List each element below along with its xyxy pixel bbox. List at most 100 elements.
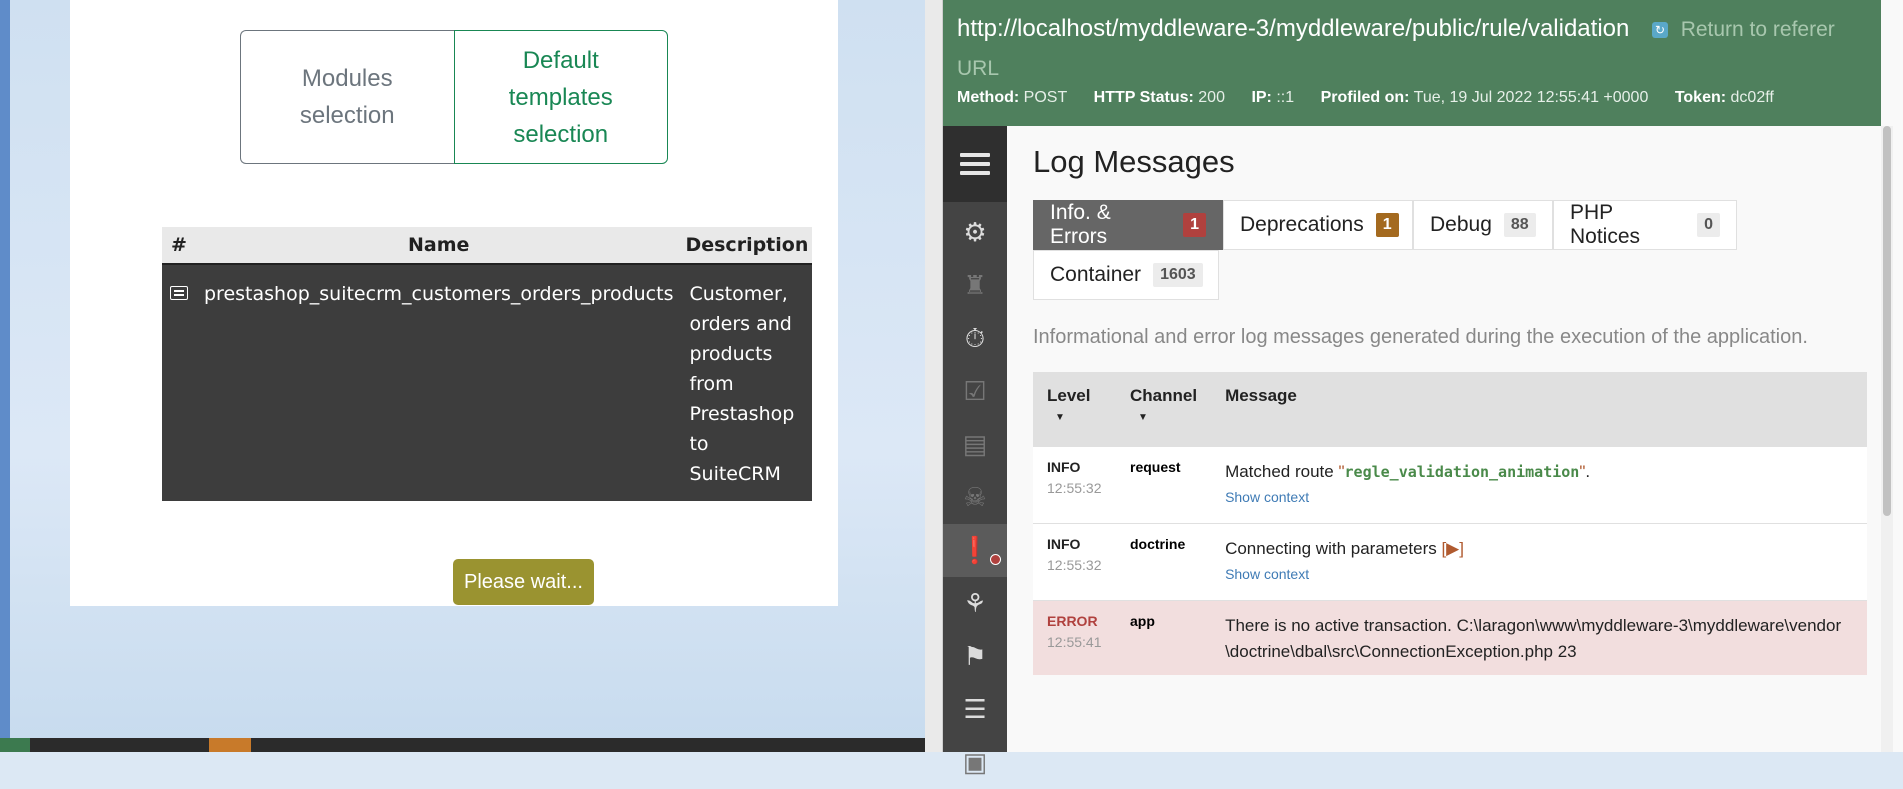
- tab-count: 0: [1697, 213, 1720, 237]
- scrollbar-thumb[interactable]: [1883, 126, 1891, 516]
- config-icon[interactable]: ⚙: [943, 206, 1007, 259]
- log-level: INFO: [1047, 536, 1081, 552]
- template-name: prestashop_suitecrm_customers_orders_pro…: [196, 264, 682, 501]
- meta-label: Token:: [1674, 89, 1727, 106]
- tab-container[interactable]: Container 1603: [1033, 250, 1219, 300]
- list-icon: [170, 286, 188, 300]
- cache-icon[interactable]: ▣: [943, 736, 1007, 789]
- meta-method: POST: [1023, 89, 1068, 106]
- log-time: 12:55:32: [1047, 480, 1102, 496]
- meta-label: Profiled on:: [1320, 89, 1410, 106]
- show-context-link[interactable]: Show context: [1225, 489, 1309, 505]
- log-row: INFO 12:55:32 doctrine Connecting with pa…: [1033, 523, 1867, 601]
- validator-icon[interactable]: ☑: [943, 365, 1007, 418]
- log-message: Connecting with parameters [▶]: [1225, 536, 1853, 562]
- tab-count: 88: [1503, 213, 1536, 237]
- tab-label: Debug: [1430, 213, 1492, 236]
- log-table: Level ▼ Channel ▼ Message INFO 12:55:32 req…: [1033, 372, 1867, 675]
- menu-icon[interactable]: [943, 126, 1007, 202]
- tab-info-errors[interactable]: Info. & Errors 1: [1033, 200, 1223, 250]
- meta-label: IP:: [1251, 89, 1272, 106]
- col-number: #: [162, 227, 196, 265]
- forms-icon[interactable]: ▤: [943, 418, 1007, 471]
- ghost-icon[interactable]: ☠: [943, 471, 1007, 524]
- log-time: 12:55:41: [1047, 634, 1102, 650]
- profiler-window: http://localhost/myddleware-3/myddleware…: [925, 0, 1903, 777]
- col-label: Channel: [1130, 386, 1198, 405]
- meta-ip: ::1: [1276, 89, 1295, 106]
- tab-label: PHP Notices: [1570, 201, 1641, 248]
- tab-default-templates-selection[interactable]: Default templates selection: [453, 30, 668, 164]
- log-description: Informational and error log messages gen…: [1033, 326, 1808, 348]
- row-icon-cell: [162, 264, 196, 501]
- log-row: ERROR 12:55:41 app There is no active tra…: [1033, 600, 1867, 675]
- log-channel: app: [1130, 613, 1155, 629]
- wizard-tabs: Modules selection Default templates sele…: [240, 30, 668, 164]
- timer-icon[interactable]: ⏱: [943, 312, 1007, 365]
- sort-caret-icon[interactable]: ▼: [1130, 412, 1197, 423]
- events-icon[interactable]: ⚘: [943, 577, 1007, 630]
- page-title: Log Messages: [1033, 144, 1235, 179]
- message-text: .: [1585, 462, 1591, 481]
- tab-label: Info. & Errors: [1050, 201, 1111, 248]
- log-row: INFO 12:55:32 request Matched route "regl…: [1033, 446, 1867, 524]
- meta-label: Method:: [957, 89, 1020, 106]
- meta-token[interactable]: dc02ff: [1731, 89, 1774, 106]
- tab-label: Deprecations: [1240, 213, 1364, 236]
- router-icon[interactable]: ⚑: [943, 630, 1007, 683]
- table-row[interactable]: prestashop_suitecrm_customers_orders_pro…: [162, 264, 813, 501]
- expand-parameters-toggle[interactable]: [▶]: [1441, 539, 1464, 558]
- wizard-window: Modules selection Default templates sele…: [0, 0, 925, 752]
- layers-icon[interactable]: ☰: [943, 683, 1007, 736]
- logs-icon[interactable]: ❗: [943, 524, 1007, 577]
- route-name: regle_validation_animation: [1344, 463, 1580, 481]
- tab-label: Modules selection: [299, 65, 395, 129]
- log-channel: request: [1130, 459, 1181, 475]
- error-dot: [990, 554, 1001, 565]
- message-text: Matched route: [1225, 462, 1339, 481]
- log-message: There is no active transaction. C:\larag…: [1225, 616, 1842, 661]
- col-label: Level: [1047, 386, 1091, 405]
- tab-label: Default templates selection: [508, 46, 613, 148]
- tab-debug[interactable]: Debug 88: [1413, 200, 1553, 250]
- wizard-panel: Modules selection Default templates sele…: [70, 0, 838, 606]
- tab-php-notices[interactable]: PHP Notices 0: [1553, 200, 1737, 250]
- tab-deprecations[interactable]: Deprecations 1: [1223, 200, 1413, 250]
- tab-count: 1: [1183, 213, 1206, 237]
- request-url[interactable]: http://localhost/myddleware-3/myddleware…: [957, 15, 1629, 42]
- col-message: Message: [1211, 372, 1867, 447]
- log-message: Matched route "regle_validation_animatio…: [1225, 462, 1591, 481]
- window-edge: [0, 0, 10, 752]
- col-level[interactable]: Level ▼: [1033, 372, 1116, 447]
- tab-count: 1603: [1153, 263, 1203, 287]
- refresh-icon: ↻: [1652, 22, 1669, 38]
- profiler-header: http://localhost/myddleware-3/myddleware…: [943, 0, 1881, 126]
- log-level: INFO: [1047, 459, 1081, 475]
- profiler-sidebar: ⚙ ♜ ⏱ ☑ ▤ ☠ ❗ ⚘ ⚑ ☰ ▣: [943, 126, 1007, 777]
- meta-status: 200: [1198, 89, 1225, 106]
- message-text: Connecting with parameters: [1225, 539, 1442, 558]
- col-channel[interactable]: Channel ▼: [1116, 372, 1212, 447]
- taskbar-app-icon[interactable]: [0, 738, 30, 752]
- templates-table: # Name Description prestashop_suitecrm_c…: [162, 227, 813, 501]
- template-description: Customer, orders and products from Prest…: [681, 264, 813, 501]
- request-meta: Method: POST HTTP Status: 200 IP: ::1 Pr…: [957, 89, 1796, 107]
- please-wait-button[interactable]: Please wait...: [453, 559, 594, 605]
- log-time: 12:55:32: [1047, 557, 1102, 573]
- profiler-content: Log Messages Info. & Errors 1 Deprecatio…: [1007, 126, 1881, 752]
- log-channel: doctrine: [1130, 536, 1186, 552]
- col-name: Name: [196, 227, 682, 265]
- meta-profiled: Tue, 19 Jul 2022 12:55:41 +0000: [1413, 89, 1649, 106]
- log-level: ERROR: [1047, 613, 1098, 629]
- rocket-icon[interactable]: ♜: [943, 259, 1007, 312]
- col-description: Description: [681, 227, 813, 265]
- tab-count: 1: [1375, 213, 1399, 237]
- tab-label: Container: [1050, 263, 1142, 286]
- taskbar: [0, 738, 925, 752]
- sort-caret-icon[interactable]: ▼: [1047, 412, 1102, 423]
- tab-modules-selection[interactable]: Modules selection: [240, 30, 454, 164]
- taskbar-active-app-icon[interactable]: [209, 738, 251, 752]
- profiler-url-line: http://localhost/myddleware-3/myddleware…: [957, 10, 1837, 88]
- window-divider: [925, 0, 943, 752]
- show-context-link[interactable]: Show context: [1225, 566, 1309, 582]
